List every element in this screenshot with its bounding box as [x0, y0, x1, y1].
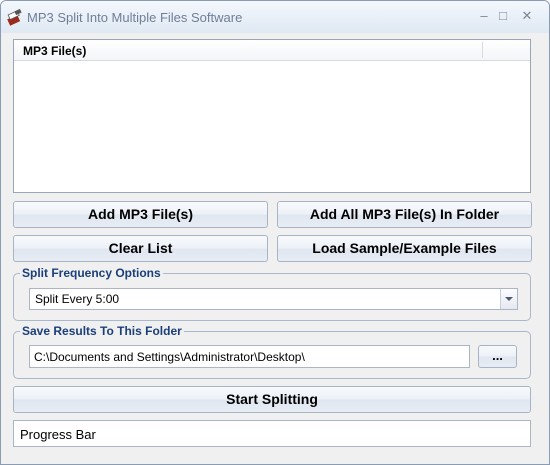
- add-folder-button[interactable]: Add All MP3 File(s) In Folder: [277, 201, 532, 228]
- save-folder-input[interactable]: C:\Documents and Settings\Administrator\…: [29, 345, 470, 368]
- clear-list-label: Clear List: [108, 240, 173, 256]
- title-bar[interactable]: MP3 Split Into Multiple Files Software –…: [1, 1, 549, 33]
- browse-folder-button[interactable]: ...: [478, 345, 517, 368]
- split-frequency-label: Split Frequency Options: [20, 266, 163, 280]
- app-icon: [7, 8, 22, 26]
- close-button[interactable]: ✕: [518, 9, 536, 23]
- dropdown-button[interactable]: [500, 289, 517, 309]
- start-splitting-button[interactable]: Start Splitting: [13, 386, 531, 413]
- progress-label: Progress Bar: [20, 427, 96, 442]
- split-frequency-group: Split Frequency Options Split Every 5:00: [13, 266, 531, 321]
- column-header-mp3-files[interactable]: MP3 File(s): [23, 44, 86, 58]
- app-window: MP3 Split Into Multiple Files Software –…: [0, 0, 550, 465]
- browse-folder-label: ...: [492, 348, 503, 363]
- add-mp3-files-label: Add MP3 File(s): [87, 206, 193, 222]
- clear-list-button[interactable]: Clear List: [13, 235, 268, 262]
- window-title: MP3 Split Into Multiple Files Software: [27, 10, 243, 25]
- progress-bar: Progress Bar: [13, 420, 531, 447]
- minimize-button[interactable]: –: [475, 9, 493, 23]
- save-folder-group: Save Results To This Folder C:\Documents…: [13, 324, 531, 379]
- load-sample-button[interactable]: Load Sample/Example Files: [277, 235, 532, 262]
- add-folder-label: Add All MP3 File(s) In Folder: [309, 206, 500, 222]
- split-frequency-value: Split Every 5:00: [35, 292, 120, 306]
- start-splitting-label: Start Splitting: [226, 391, 318, 407]
- client-area: MP3 File(s) Add MP3 File(s) Add All MP3 …: [5, 33, 545, 460]
- save-folder-path: C:\Documents and Settings\Administrator\…: [34, 350, 305, 364]
- file-list-header[interactable]: MP3 File(s): [14, 40, 530, 61]
- load-sample-label: Load Sample/Example Files: [312, 240, 497, 256]
- column-divider[interactable]: [482, 42, 483, 58]
- add-mp3-files-button[interactable]: Add MP3 File(s): [13, 201, 268, 228]
- file-list[interactable]: MP3 File(s): [13, 39, 531, 193]
- dropdown-arrow-icon: [505, 297, 513, 301]
- save-folder-label: Save Results To This Folder: [20, 324, 184, 338]
- maximize-button[interactable]: □: [494, 9, 512, 23]
- split-frequency-dropdown[interactable]: Split Every 5:00: [29, 288, 518, 310]
